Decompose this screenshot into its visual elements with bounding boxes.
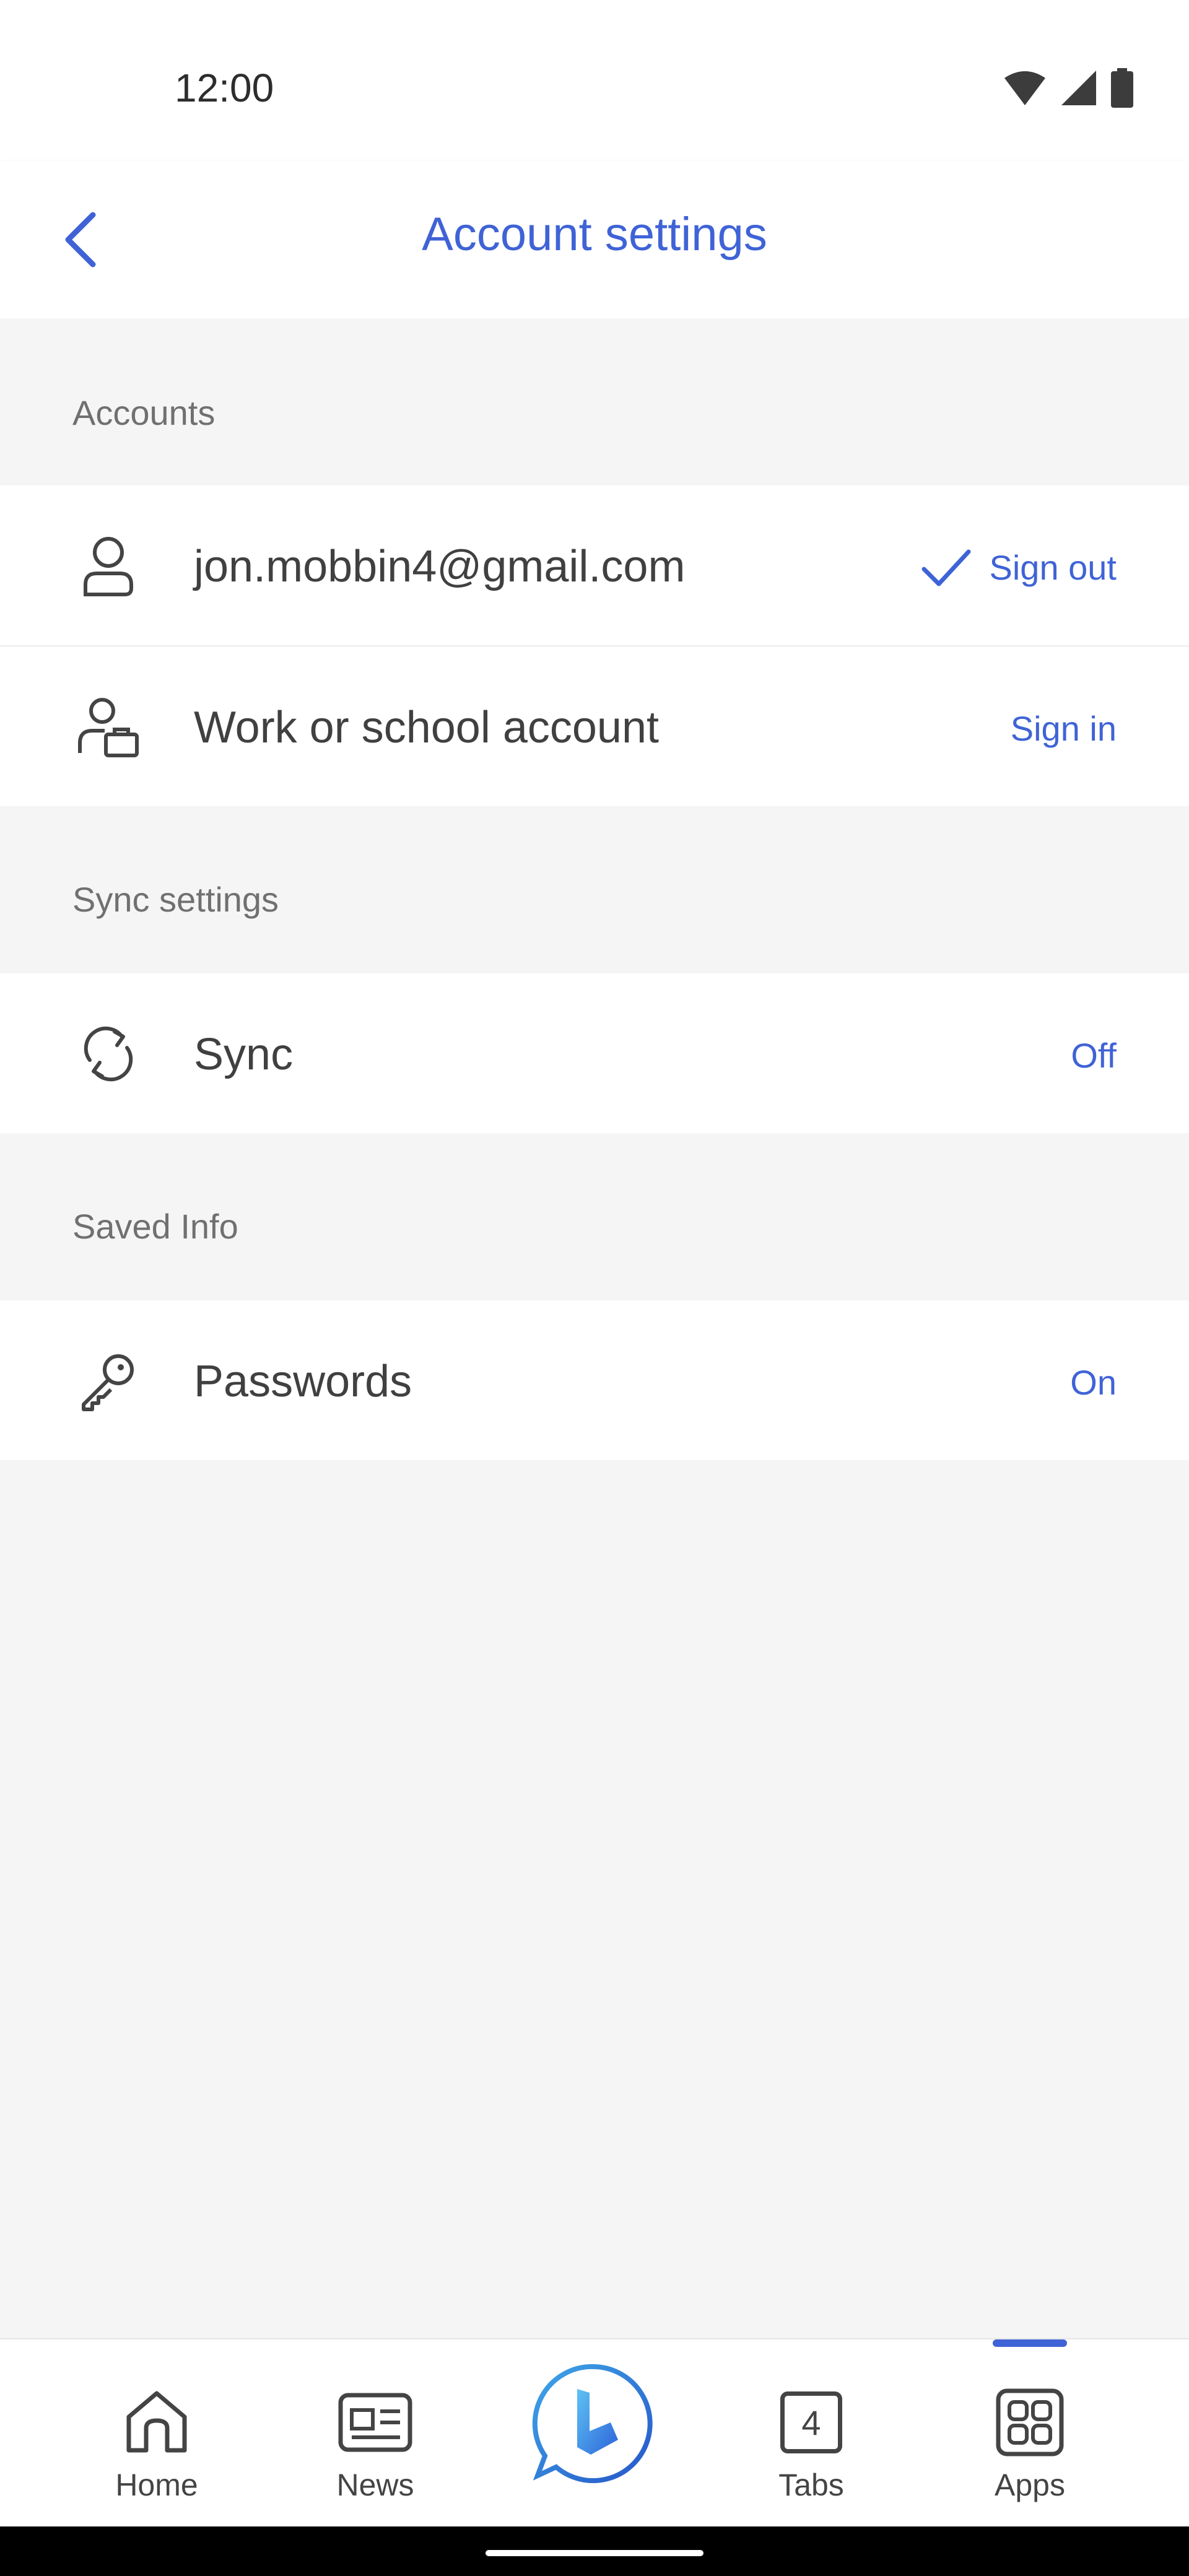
nav-home[interactable]: Home (82, 2339, 231, 2528)
sync-row[interactable]: Sync Off (0, 973, 1189, 1133)
nav-news-label: News (336, 2468, 414, 2502)
personal-account-row[interactable]: jon.mobbin4@gmail.com Sign out (0, 485, 1189, 645)
sign-out-label: Sign out (989, 548, 1117, 587)
section-title-accounts: Accounts (72, 393, 216, 432)
tabs-count: 4 (801, 2403, 821, 2442)
passwords-label: Passwords (194, 1357, 412, 1406)
tabs-icon: 4 (774, 2385, 848, 2460)
section-title-sync: Sync settings (72, 880, 279, 919)
section-header-sync: Sync settings (0, 806, 1189, 973)
section-title-saved-info: Saved Info (72, 1207, 238, 1246)
passwords-status-label: On (1070, 1363, 1117, 1402)
nav-home-label: Home (115, 2468, 198, 2502)
section-header-accounts: Accounts (0, 318, 1189, 485)
personal-account-email: jon.mobbin4@gmail.com (194, 542, 686, 591)
bottom-navigation: Home News 4 Tabs Apps (0, 2338, 1189, 2528)
sync-status-label: Off (1071, 1036, 1117, 1075)
work-account-icon (74, 693, 142, 761)
app-bar: Account settings (0, 161, 1189, 318)
home-gesture-handle[interactable] (486, 2550, 703, 2556)
sync-status[interactable]: Off (1071, 1035, 1117, 1076)
nav-news[interactable]: News (301, 2339, 450, 2528)
passwords-status[interactable]: On (1070, 1362, 1117, 1403)
wifi-icon (1004, 71, 1045, 105)
work-account-row[interactable]: Work or school account Sign in (0, 646, 1189, 806)
key-icon (74, 1347, 142, 1415)
sign-in-label: Sign in (1010, 709, 1117, 748)
system-navigation-bar (0, 2526, 1189, 2576)
home-icon (120, 2385, 194, 2460)
passwords-row[interactable]: Passwords On (0, 1300, 1189, 1460)
apps-grid-icon (993, 2385, 1067, 2460)
sign-in-button[interactable]: Sign in (1011, 708, 1117, 749)
nav-apps-label: Apps (995, 2468, 1065, 2502)
status-bar: 12:00 (0, 0, 1189, 161)
news-icon (338, 2385, 412, 2460)
page-title: Account settings (422, 208, 767, 261)
battery-icon (1111, 68, 1133, 108)
status-icons (1003, 68, 1133, 108)
copilot-button[interactable] (531, 2362, 658, 2488)
work-account-label: Work or school account (194, 703, 660, 752)
signal-icon (1061, 71, 1096, 105)
person-icon (74, 532, 142, 600)
sign-out-button[interactable]: Sign out (921, 547, 1117, 588)
checkmark-icon (921, 549, 970, 586)
sync-icon (74, 1020, 142, 1088)
status-time: 12:00 (175, 66, 274, 110)
nav-tabs[interactable]: 4 Tabs (737, 2339, 886, 2528)
copilot-icon (532, 2364, 653, 2483)
nav-apps[interactable]: Apps (956, 2339, 1104, 2528)
section-header-saved-info: Saved Info (0, 1133, 1189, 1300)
nav-tabs-label: Tabs (778, 2468, 844, 2502)
sync-label: Sync (194, 1030, 294, 1079)
